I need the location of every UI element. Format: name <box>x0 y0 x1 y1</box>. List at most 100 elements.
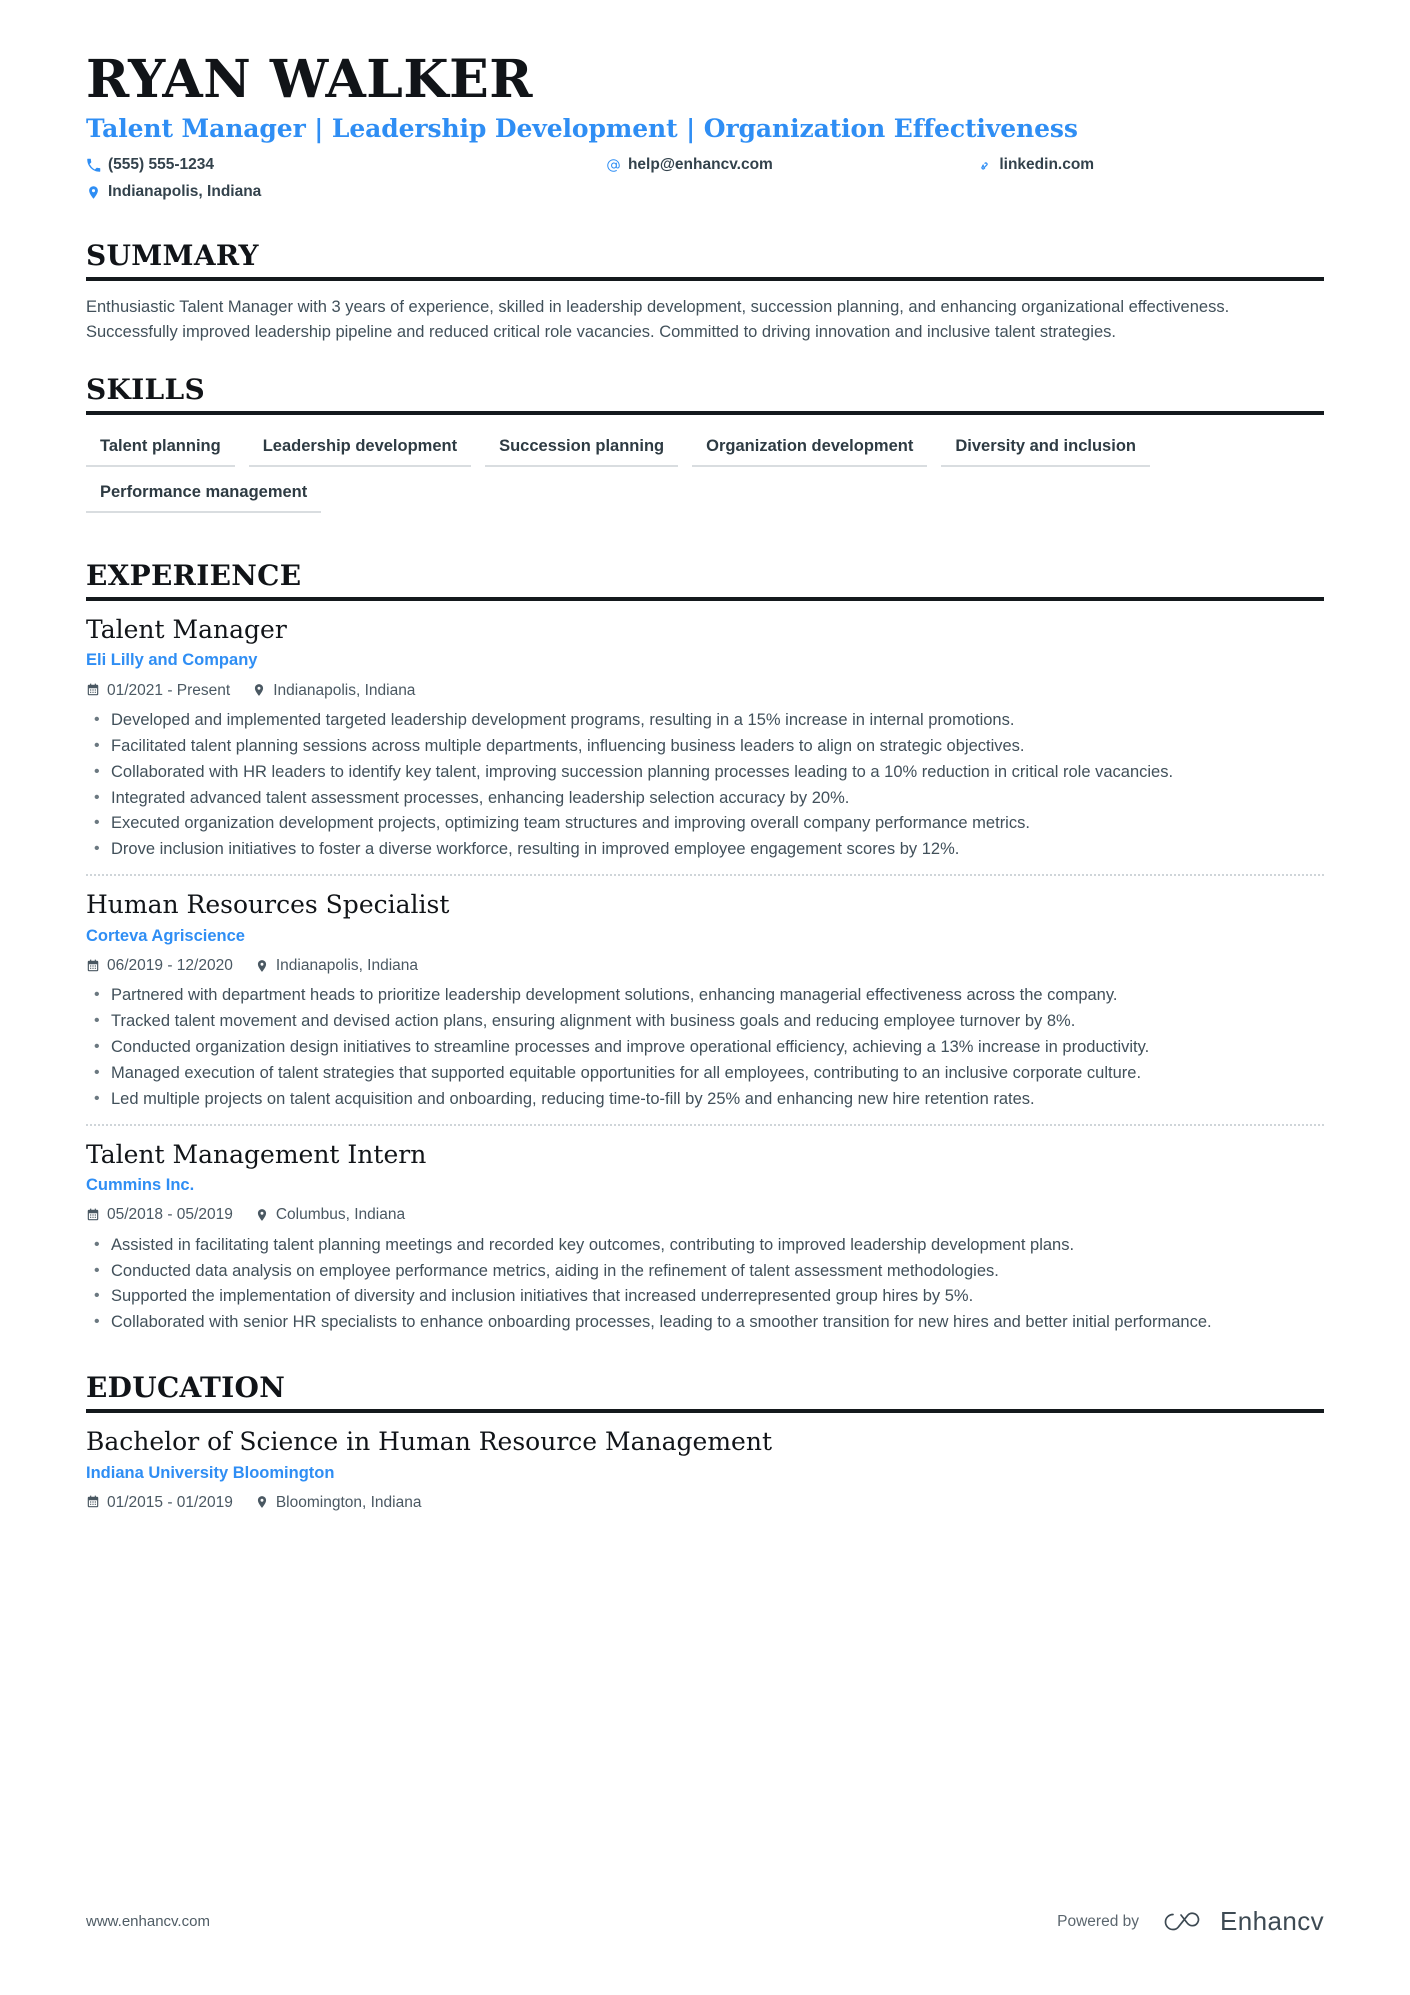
section-skills: SKILLS Talent planning Leadership develop… <box>86 375 1324 525</box>
experience-entry: Human Resources Specialist Corteva Agrisc… <box>86 874 1324 1111</box>
achievement-item: Assisted in facilitating talent planning… <box>86 1233 1324 1258</box>
page-footer: www.enhancv.com Powered by Enhancv <box>86 1906 1324 1937</box>
experience-list: Talent Manager Eli Lilly and Company 01/20… <box>86 601 1324 1335</box>
entry-meta: 01/2015 - 01/2019 Bloomington, Indiana <box>86 1491 1324 1514</box>
entry-location: Bloomington, Indiana <box>255 1491 422 1514</box>
enhancv-logo: Enhancv <box>1157 1906 1324 1937</box>
achievement-item: Conducted organization design initiative… <box>86 1035 1324 1060</box>
education-entry: Bachelor of Science in Human Resource Ma… <box>86 1413 1324 1514</box>
degree-title: Bachelor of Science in Human Resource Ma… <box>86 1427 772 1457</box>
location-icon <box>255 1208 269 1222</box>
achievement-item: Collaborated with HR leaders to identify… <box>86 760 1324 785</box>
company-name[interactable]: Eli Lilly and Company <box>86 649 1324 672</box>
skill-chip[interactable]: Talent planning <box>86 433 235 468</box>
location-icon <box>86 185 101 200</box>
contact-phone[interactable]: (555) 555-1234 <box>86 153 606 180</box>
contact-location-text: Indianapolis, Indiana <box>108 183 262 201</box>
powered-by-label: Powered by <box>1057 1912 1140 1930</box>
achievement-item: Collaborated with senior HR specialists … <box>86 1310 1324 1335</box>
calendar-icon <box>86 1495 100 1509</box>
section-heading-summary: SUMMARY <box>86 241 1324 282</box>
contact-linkedin[interactable]: linkedin.com <box>977 153 1324 180</box>
school-name[interactable]: Indiana University Bloomington <box>86 1462 1324 1485</box>
achievement-item: Integrated advanced talent assessment pr… <box>86 786 1324 811</box>
section-heading-education: EDUCATION <box>86 1372 1324 1414</box>
achievement-item: Drove inclusion initiatives to foster a … <box>86 837 1324 862</box>
footer-branding: Powered by Enhancv <box>1057 1906 1324 1937</box>
contact-linkedin-text: linkedin.com <box>999 156 1095 174</box>
entry-location-text: Columbus, Indiana <box>275 1206 406 1224</box>
section-heading-experience: EXPERIENCE <box>86 560 1324 601</box>
entry-dates-text: 01/2021 - Present <box>107 681 231 699</box>
entry-location: Columbus, Indiana <box>255 1203 405 1226</box>
job-title: Talent Manager <box>86 614 287 644</box>
achievement-item: Managed execution of talent strategies t… <box>86 1061 1324 1086</box>
achievement-list: Assisted in facilitating talent planning… <box>86 1233 1324 1336</box>
contact-email-text: help@enhancv.com <box>627 156 773 174</box>
contact-info: (555) 555-1234 help@enhancv.com linkedin… <box>86 153 1324 207</box>
calendar-icon <box>86 1208 100 1222</box>
contact-location[interactable]: Indianapolis, Indiana <box>86 180 606 207</box>
experience-entry: Talent Management Intern Cummins Inc. 05/2… <box>86 1123 1324 1336</box>
section-summary: SUMMARY Enthusiastic Talent Manager with… <box>86 241 1324 345</box>
contact-phone-text: (555) 555-1234 <box>108 156 214 174</box>
skill-chip[interactable]: Diversity and inclusion <box>941 433 1150 468</box>
professional-headline: Talent Manager | Leadership Development … <box>86 114 1078 144</box>
footer-website-url[interactable]: www.enhancv.com <box>86 1913 210 1930</box>
achievement-item: Conducted data analysis on employee perf… <box>86 1259 1324 1284</box>
entry-dates-text: 05/2018 - 05/2019 <box>107 1206 233 1224</box>
resume-header: RYAN WALKER Talent Manager | Leadership … <box>86 52 1324 207</box>
entry-dates: 01/2015 - 01/2019 <box>86 1491 233 1514</box>
entry-location-text: Indianapolis, Indiana <box>275 956 419 974</box>
section-education: EDUCATION Bachelor of Science in Human R… <box>86 1372 1324 1514</box>
company-name[interactable]: Corteva Agriscience <box>86 925 1324 948</box>
entry-dates: 01/2021 - Present <box>86 679 230 702</box>
job-title: Talent Management Intern <box>86 1139 427 1169</box>
entry-location-text: Bloomington, Indiana <box>275 1493 422 1511</box>
link-icon <box>977 158 992 173</box>
entry-dates-text: 01/2015 - 01/2019 <box>107 1493 233 1511</box>
contact-email[interactable]: help@enhancv.com <box>606 153 977 180</box>
entry-dates-text: 06/2019 - 12/2020 <box>107 956 233 974</box>
section-heading-skills: SKILLS <box>86 375 1324 416</box>
achievement-item: Partnered with department heads to prior… <box>86 983 1324 1008</box>
achievement-list: Developed and implemented targeted leade… <box>86 708 1324 863</box>
skill-chip[interactable]: Organization development <box>692 433 928 468</box>
achievement-item: Developed and implemented targeted leade… <box>86 708 1324 733</box>
location-icon <box>252 683 266 697</box>
calendar-icon <box>86 959 100 973</box>
location-icon <box>255 959 269 973</box>
achievement-list: Partnered with department heads to prior… <box>86 983 1324 1112</box>
experience-entry: Talent Manager Eli Lilly and Company 01/20… <box>86 601 1324 862</box>
calendar-icon <box>86 683 100 697</box>
entry-location: Indianapolis, Indiana <box>252 679 415 702</box>
skill-chip[interactable]: Performance management <box>86 479 322 514</box>
skills-list: Talent planning Leadership development Suc… <box>86 433 1324 525</box>
company-name[interactable]: Cummins Inc. <box>86 1174 1324 1197</box>
achievement-item: Tracked talent movement and devised acti… <box>86 1009 1324 1034</box>
location-icon <box>255 1495 269 1509</box>
education-list: Bachelor of Science in Human Resource Ma… <box>86 1413 1324 1514</box>
enhancv-mark-icon <box>1157 1908 1209 1936</box>
email-icon <box>606 158 621 173</box>
achievement-item: Facilitated talent planning sessions acr… <box>86 734 1324 759</box>
entry-meta: 06/2019 - 12/2020 Indianapolis, Indiana <box>86 954 1324 977</box>
entry-meta: 05/2018 - 05/2019 Columbus, Indiana <box>86 1203 1324 1226</box>
job-title: Human Resources Specialist <box>86 890 450 920</box>
entry-location-text: Indianapolis, Indiana <box>273 681 416 699</box>
enhancv-wordmark: Enhancv <box>1220 1906 1324 1936</box>
resume-page: RYAN WALKER Talent Manager | Leadership … <box>0 0 1410 1995</box>
entry-dates: 06/2019 - 12/2020 <box>86 954 233 977</box>
achievement-item: Led multiple projects on talent acquisit… <box>86 1087 1324 1112</box>
page-title: RYAN WALKER <box>86 49 533 110</box>
summary-text: Enthusiastic Talent Manager with 3 years… <box>86 298 1230 342</box>
section-experience: EXPERIENCE Talent Manager Eli Lilly and C… <box>86 560 1324 1335</box>
entry-dates: 05/2018 - 05/2019 <box>86 1203 233 1226</box>
entry-meta: 01/2021 - Present Indianapolis, Indiana <box>86 679 1324 702</box>
achievement-item: Supported the implementation of diversit… <box>86 1284 1324 1309</box>
entry-location: Indianapolis, Indiana <box>255 954 418 977</box>
phone-icon <box>86 158 101 173</box>
skill-chip[interactable]: Leadership development <box>248 433 472 468</box>
achievement-item: Executed organization development projec… <box>86 811 1324 836</box>
skill-chip[interactable]: Succession planning <box>485 433 679 468</box>
